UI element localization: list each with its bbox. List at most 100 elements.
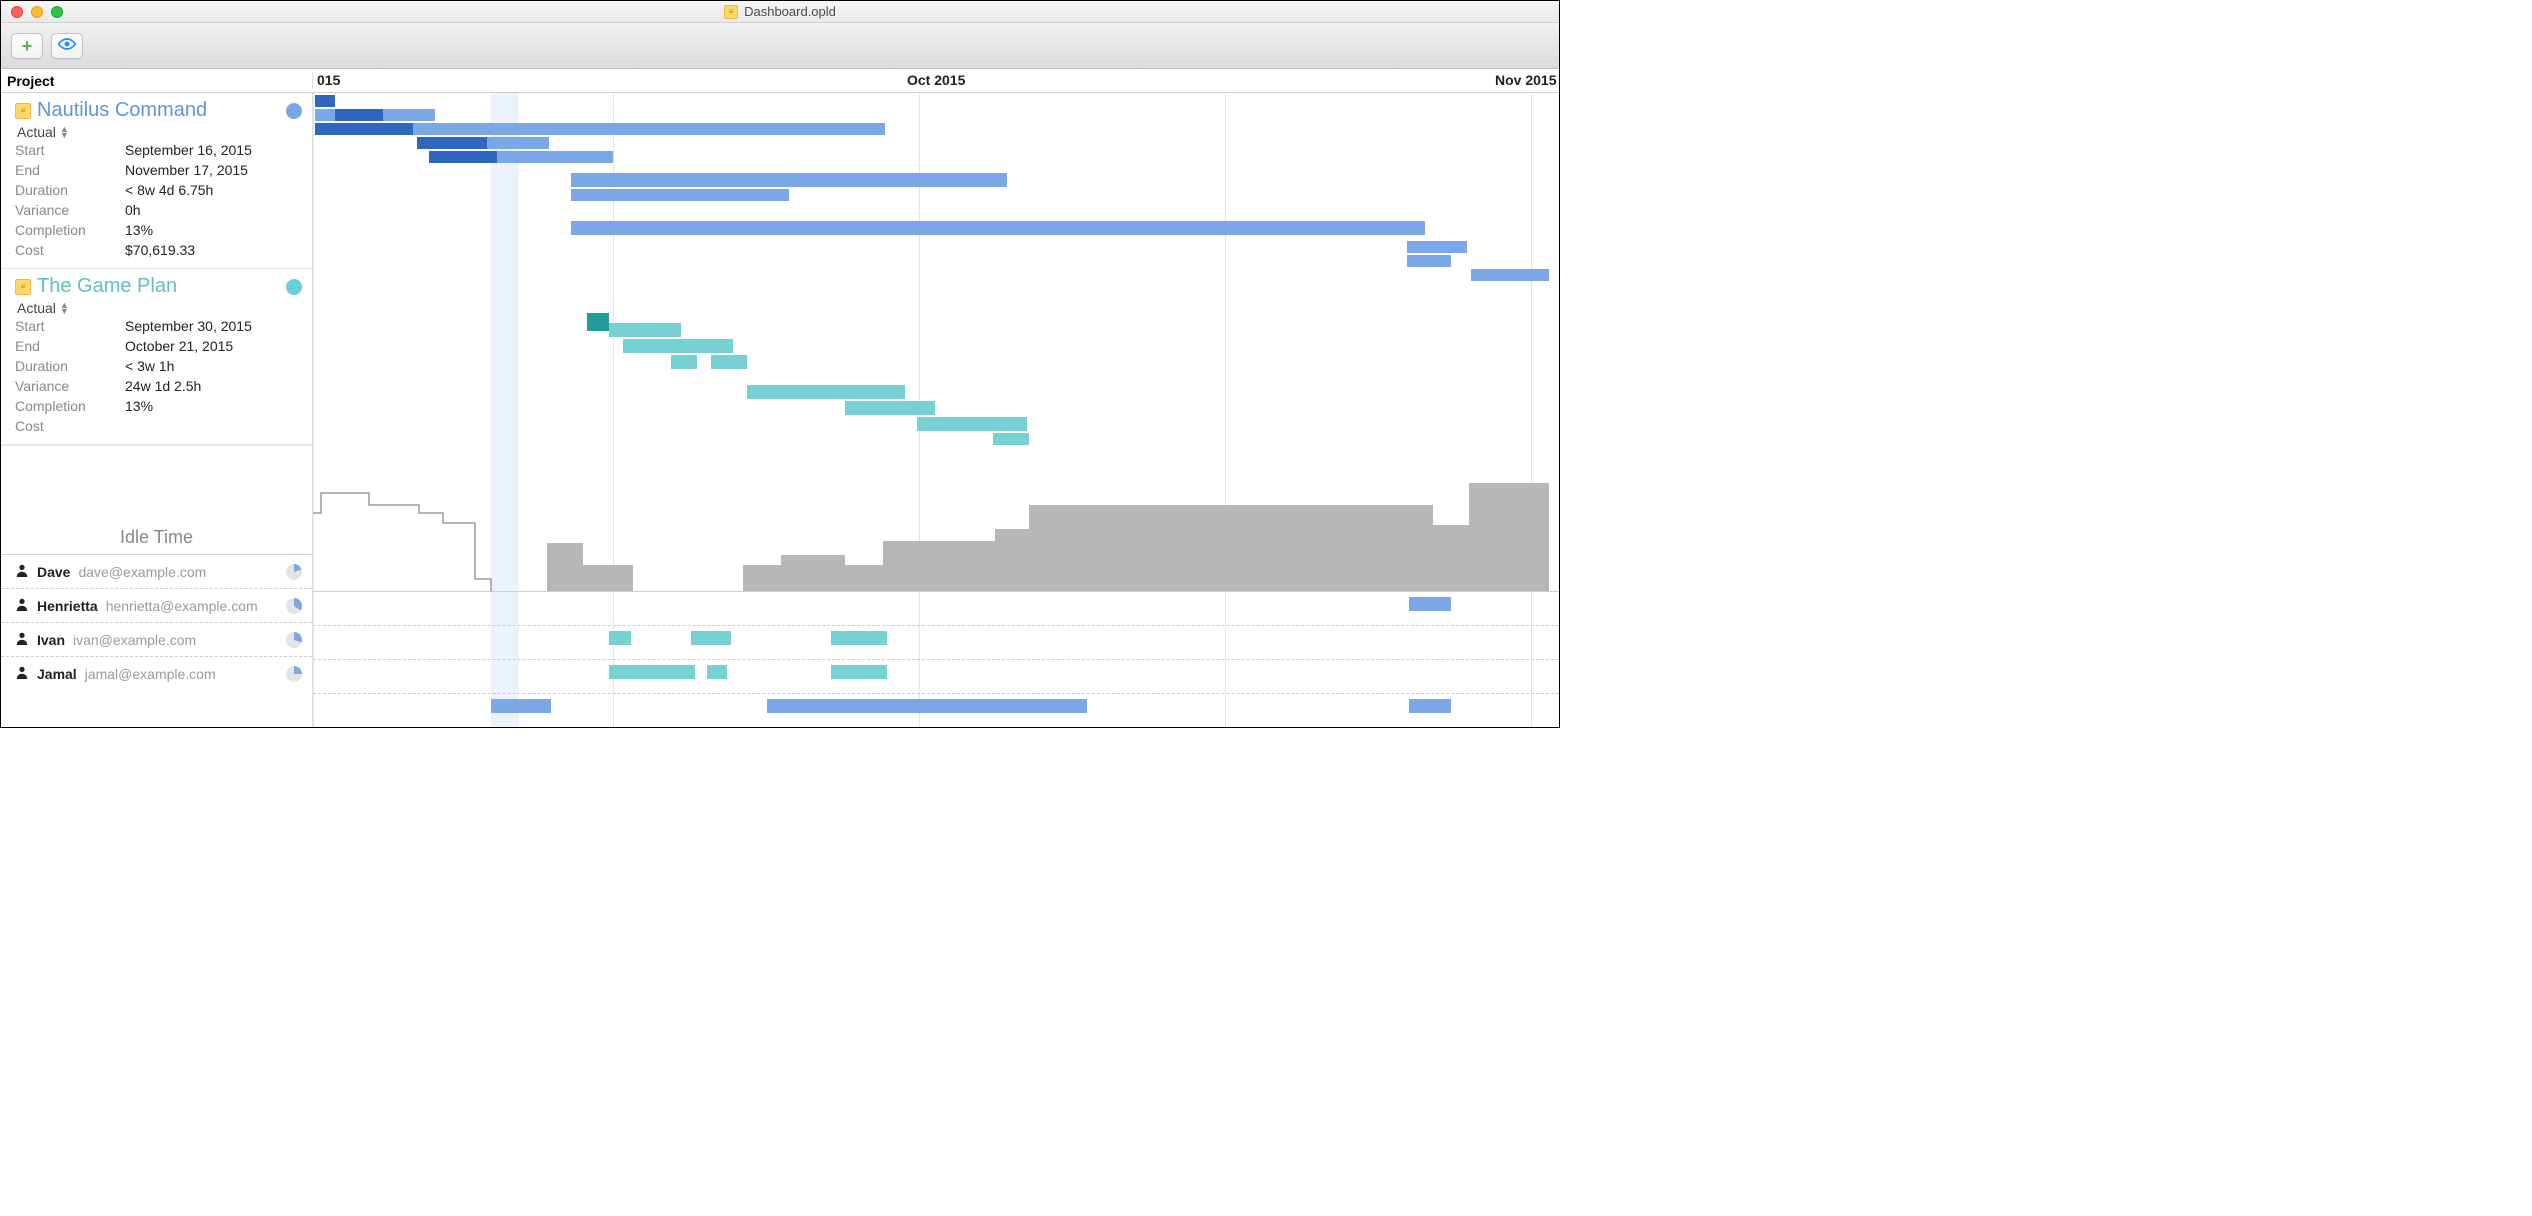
idle-block: [583, 565, 633, 591]
view-button[interactable]: [51, 33, 83, 59]
resource-allocation-bar[interactable]: [831, 665, 887, 679]
mode-label: Actual: [17, 124, 56, 140]
idle-block: [995, 529, 1029, 591]
project-field-row: Completion13%: [15, 396, 304, 416]
add-button[interactable]: +: [11, 33, 43, 59]
chevron-updown-icon: ▲▼: [60, 302, 69, 314]
utilization-pie-icon: [286, 666, 302, 682]
resource-row[interactable]: Ivan ivan@example.com: [1, 622, 312, 656]
utilization-pie-icon: [286, 598, 302, 614]
gantt-bar[interactable]: [711, 355, 747, 369]
resource-allocation-bar[interactable]: [707, 665, 727, 679]
gantt-bar[interactable]: [587, 313, 609, 331]
plus-icon: +: [22, 37, 33, 55]
field-value: September 16, 2015: [125, 140, 252, 160]
gantt-bar[interactable]: [583, 151, 611, 163]
row-divider: [313, 625, 1559, 626]
project-card[interactable]: ≡ The Game Plan Actual ▲▼ StartSeptember…: [1, 269, 312, 445]
field-label: Variance: [15, 200, 125, 220]
row-divider: [313, 693, 1559, 694]
person-icon: [15, 563, 29, 580]
divider: [313, 591, 1559, 592]
gantt-bar[interactable]: [609, 323, 681, 337]
resource-allocation-bar[interactable]: [609, 631, 631, 645]
gantt-bar[interactable]: [917, 417, 1027, 431]
project-field-row: Duration< 3w 1h: [15, 356, 304, 376]
mode-selector[interactable]: Actual ▲▼: [17, 300, 304, 316]
field-label: Duration: [15, 180, 125, 200]
gantt-bar[interactable]: [571, 221, 1425, 235]
project-title[interactable]: Nautilus Command: [37, 99, 207, 122]
gantt-bar[interactable]: [671, 355, 697, 369]
field-value: 0h: [125, 200, 141, 220]
project-icon: ≡: [15, 279, 31, 295]
gantt-bar[interactable]: [429, 151, 497, 163]
gantt-bar[interactable]: [315, 95, 335, 107]
project-column-header: Project: [1, 73, 313, 89]
timeline-area[interactable]: [313, 93, 1559, 727]
project-field-row: Duration< 8w 4d 6.75h: [15, 180, 304, 200]
mode-selector[interactable]: Actual ▲▼: [17, 124, 304, 140]
resource-name: Jamal: [37, 666, 77, 682]
resource-row[interactable]: Jamal jamal@example.com: [1, 656, 312, 690]
resource-allocation-bar[interactable]: [1409, 699, 1451, 713]
field-label: End: [15, 336, 125, 356]
idle-block: [547, 543, 583, 591]
resource-allocation-bar[interactable]: [1409, 597, 1451, 611]
resource-allocation-bar[interactable]: [831, 631, 887, 645]
idle-block: [883, 541, 999, 591]
gantt-bar[interactable]: [623, 339, 733, 353]
gantt-bar[interactable]: [315, 123, 413, 135]
gantt-bar[interactable]: [335, 109, 383, 121]
timeline-month-label: Oct 2015: [907, 72, 965, 88]
gantt-bar[interactable]: [571, 173, 1007, 187]
field-value: < 3w 1h: [125, 356, 174, 376]
field-label: Completion: [15, 396, 125, 416]
utilization-pie-icon: [286, 564, 302, 580]
gantt-bar[interactable]: [1407, 255, 1451, 267]
resource-name: Henrietta: [37, 598, 98, 614]
resource-allocation-bar[interactable]: [609, 665, 695, 679]
gantt-bar[interactable]: [417, 137, 487, 149]
eye-icon: [57, 37, 77, 54]
mode-label: Actual: [17, 300, 56, 316]
project-icon: ≡: [15, 103, 31, 119]
gantt-bar[interactable]: [571, 189, 789, 201]
gantt-bar[interactable]: [845, 401, 935, 415]
resource-allocation-bar[interactable]: [691, 631, 731, 645]
project-field-row: Cost: [15, 416, 304, 436]
project-field-row: StartSeptember 16, 2015: [15, 140, 304, 160]
resource-email: henrietta@example.com: [106, 598, 258, 614]
left-panel: ≡ Nautilus Command Actual ▲▼ StartSeptem…: [1, 93, 313, 727]
project-field-row: StartSeptember 30, 2015: [15, 316, 304, 336]
field-label: Completion: [15, 220, 125, 240]
field-value: 24w 1d 2.5h: [125, 376, 201, 396]
field-value: < 8w 4d 6.75h: [125, 180, 213, 200]
window-titlebar: ≡ Dashboard.opld: [1, 1, 1559, 23]
gantt-bar[interactable]: [1407, 241, 1467, 253]
field-label: End: [15, 160, 125, 180]
project-title[interactable]: The Game Plan: [37, 275, 177, 298]
field-value: October 21, 2015: [125, 336, 233, 356]
resource-row[interactable]: Henrietta henrietta@example.com: [1, 588, 312, 622]
project-field-row: Variance0h: [15, 200, 304, 220]
gantt-bar[interactable]: [747, 385, 905, 399]
field-value: $70,619.33: [125, 240, 195, 260]
field-label: Duration: [15, 356, 125, 376]
project-card[interactable]: ≡ Nautilus Command Actual ▲▼ StartSeptem…: [1, 93, 312, 269]
gantt-bar[interactable]: [1471, 269, 1549, 281]
field-value: 13%: [125, 396, 153, 416]
idle-time-label: Idle Time: [1, 446, 312, 554]
idle-block: [845, 565, 883, 591]
idle-time-chart: [313, 483, 1559, 591]
resource-email: dave@example.com: [78, 564, 206, 580]
resource-allocation-bar[interactable]: [767, 699, 1087, 713]
toolbar: +: [1, 23, 1559, 69]
field-label: Start: [15, 140, 125, 160]
field-label: Cost: [15, 240, 125, 260]
gantt-bar[interactable]: [993, 433, 1029, 445]
person-icon: [15, 631, 29, 648]
resource-allocation-bar[interactable]: [491, 699, 551, 713]
resource-name: Dave: [37, 564, 70, 580]
resource-row[interactable]: Dave dave@example.com: [1, 554, 312, 588]
